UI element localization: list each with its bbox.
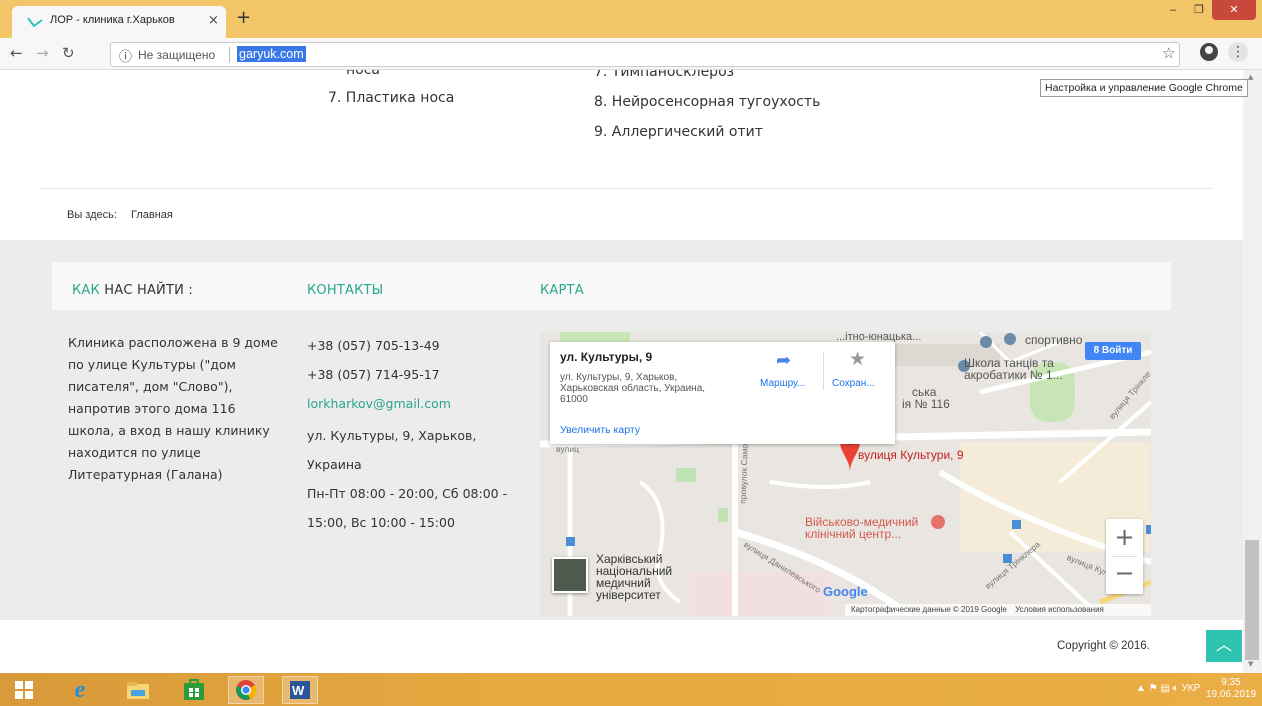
system-tray[interactable]: ▲ ⚑ ▤ 🔈︎ УКР <box>1136 683 1200 694</box>
language-indicator[interactable]: УКР <box>1181 683 1200 694</box>
map-label-university: Харківський національний медичний універ… <box>596 552 673 602</box>
browser-toolbar: ← → ↻ ⓘ Не защищено garyuk.com ☆ ⋮ <box>0 38 1262 70</box>
windows-start-icon[interactable] <box>6 676 42 704</box>
opening-hours: Пн-Пт 08:00 - 20:00, Сб 08:00 - 15:00, В… <box>307 486 508 530</box>
how-to-find-accent: КАК <box>72 283 100 298</box>
back-to-top-button[interactable]: ︿ <box>1206 630 1242 662</box>
tab-title: ЛОР - клиника г.Харьков <box>50 14 175 26</box>
omnibox-separator <box>229 47 230 63</box>
tab-close-icon[interactable]: × <box>208 13 219 28</box>
terms-link[interactable]: Условия использования <box>1015 605 1104 614</box>
forward-arrow-icon[interactable]: → <box>36 44 49 62</box>
google-plus-icon: 8 <box>1093 345 1102 356</box>
street-label: вулиц <box>556 444 579 454</box>
flag-icon[interactable]: ⚑ <box>1149 683 1161 694</box>
page-viewport: носа 7. Пластика носа 7. Тимпаносклероз … <box>0 70 1243 673</box>
map-attribution: Картографические данные © 2019 Google Ус… <box>845 604 1151 616</box>
zoom-in-button[interactable]: + <box>1106 519 1143 556</box>
google-logo: Google <box>823 584 868 599</box>
network-icon[interactable]: ▤ <box>1160 683 1172 694</box>
footer: КАК НАС НАЙТИ : КОНТАКТЫ КАРТА Клиника р… <box>0 240 1243 620</box>
how-to-find-heading: КАК НАС НАЙТИ : <box>72 283 193 298</box>
list-item: носа <box>346 70 380 78</box>
map-heading: КАРТА <box>540 283 584 298</box>
zoom-control: + − <box>1106 519 1143 594</box>
clock-date: 19.06.2019 <box>1206 689 1257 700</box>
internet-explorer-icon[interactable]: e <box>62 676 98 704</box>
menu-tooltip: Настройка и управление Google Chrome <box>1040 79 1248 97</box>
restore-icon[interactable]: ❐ <box>1186 0 1212 20</box>
enlarge-map-link[interactable]: Увеличить карту <box>560 424 640 436</box>
section-divider <box>40 188 1212 189</box>
directions-icon[interactable]: ➦ <box>776 350 791 371</box>
save-link[interactable]: Сохран... <box>832 378 875 389</box>
taskbar-clock[interactable]: 9:35 19.06.2019 <box>1206 677 1256 701</box>
new-tab-button[interactable]: + <box>236 9 251 27</box>
windows-taskbar: e W ▲ ⚑ ▤ 🔈︎ УКР 9:35 19.06.2019 <box>0 673 1262 706</box>
minimize-icon[interactable]: ‒ <box>1160 0 1186 20</box>
contacts-block: +38 (057) 705-13-49 +38 (057) 714-95-17 … <box>307 334 517 537</box>
how-to-find-rest: НАС НАЙТИ : <box>99 283 193 298</box>
email-link[interactable]: lorkharkov@gmail.com <box>307 392 517 421</box>
info-icon[interactable]: ⓘ <box>119 46 132 65</box>
map-data-credit: Картографические данные © 2019 Google <box>851 605 1007 614</box>
insecure-label[interactable]: Не защищено <box>138 48 215 62</box>
reload-icon[interactable]: ↻ <box>62 44 75 62</box>
scroll-up-icon[interactable]: ▲ <box>1248 73 1253 81</box>
scroll-thumb[interactable] <box>1245 540 1259 660</box>
map-signin-button[interactable]: 8 Войти <box>1085 342 1141 360</box>
chevron-up-icon: ︿ <box>1215 635 1232 654</box>
close-window-icon[interactable]: ✕ <box>1212 0 1256 20</box>
word-icon[interactable]: W <box>282 676 318 704</box>
file-explorer-icon[interactable] <box>120 676 156 704</box>
svg-text:W: W <box>292 683 305 698</box>
address-text: ул. Культуры, 9, Харьков, Украина <box>307 428 477 472</box>
list-item: 9. Аллергический отит <box>594 124 763 140</box>
scroll-down-icon[interactable]: ▼ <box>1248 660 1253 668</box>
map-label-hospital: Військово-медичний клінічний центр... <box>805 515 919 541</box>
list-item: 7. Пластика носа <box>328 90 455 106</box>
map-label-school-116-b: ія № 116 <box>902 397 950 411</box>
breadcrumb-label: Вы здесь: <box>67 209 117 221</box>
place-info-card: ул. Культуры, 9 ул. Культуры, 9, Харьков… <box>550 342 895 444</box>
breadcrumb-home-link[interactable]: Главная <box>131 209 173 221</box>
copyright: Copyright © 2016. <box>1057 640 1150 652</box>
site-favicon-icon <box>27 17 43 28</box>
window-controls: ‒ ❐ ✕ <box>1160 0 1256 22</box>
tray-expand-icon[interactable]: ▲ <box>1136 683 1149 694</box>
footer-header-bar <box>52 262 1171 310</box>
place-title: ул. Культуры, 9 <box>560 350 653 364</box>
map-label-dance-school: Школа танців та акробатики № 1... <box>964 356 1063 382</box>
list-item: 7. Тимпаносклероз <box>594 70 735 80</box>
url-text[interactable]: garyuk.com <box>237 46 306 62</box>
browser-tab[interactable]: ЛОР - клиника г.Харьков × <box>12 6 226 38</box>
save-star-icon[interactable]: ★ <box>849 348 866 370</box>
clock-time: 9:35 <box>1221 677 1241 688</box>
signin-label: Войти <box>1101 345 1133 356</box>
contacts-heading: КОНТАКТЫ <box>307 283 384 298</box>
address-bar[interactable]: ⓘ Не защищено garyuk.com <box>110 42 1180 67</box>
satellite-toggle[interactable] <box>552 557 588 593</box>
phone-2: +38 (057) 714-95-17 <box>307 367 440 382</box>
menu-kebab-icon[interactable]: ⋮ <box>1228 42 1248 62</box>
zoom-out-button[interactable]: − <box>1106 557 1143 594</box>
embedded-map[interactable]: ...ітно-юнацька... спортивно Школа танці… <box>540 332 1151 616</box>
map-marker-label: вулиця Культури, 9 <box>858 448 964 462</box>
phone-1: +38 (057) 705-13-49 <box>307 338 440 353</box>
directions-link[interactable]: Маршру... <box>760 378 805 389</box>
store-icon[interactable] <box>176 676 212 704</box>
chrome-icon[interactable] <box>228 676 264 704</box>
list-item: 8. Нейросенсорная тугоухость <box>594 94 821 110</box>
back-arrow-icon[interactable]: ← <box>10 44 23 62</box>
card-separator <box>823 352 824 390</box>
map-label-sport: спортивно <box>1025 333 1083 347</box>
profile-avatar-icon[interactable] <box>1200 43 1218 61</box>
page-scrollbar[interactable]: ▲ ▼ <box>1243 70 1262 673</box>
place-address: ул. Культуры, 9, Харьков, Харьковская об… <box>560 372 706 405</box>
location-description: Клиника расположена в 9 доме по улице Ку… <box>68 335 278 482</box>
bookmark-star-icon[interactable]: ☆ <box>1162 44 1175 62</box>
browser-titlebar: ЛОР - клиника г.Харьков × + ‒ ❐ ✕ <box>0 0 1262 38</box>
